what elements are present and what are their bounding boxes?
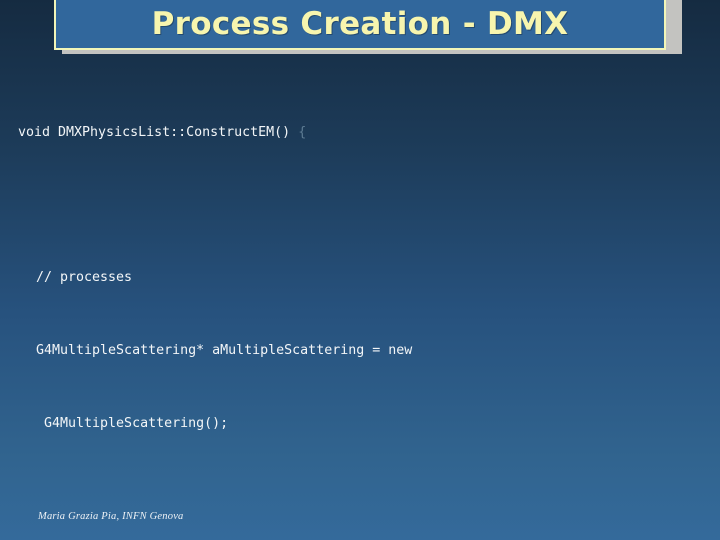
code-line-signature: void DMXPhysicsList::ConstructEM() { <box>0 121 720 145</box>
page-title: Process Creation - DMX <box>151 6 569 42</box>
code-block: void DMXPhysicsList::ConstructEM() { // … <box>0 72 720 540</box>
open-brace: { <box>298 124 307 140</box>
function-signature: void DMXPhysicsList::ConstructEM() <box>18 124 299 140</box>
slide-canvas: Process Creation - DMX void DMXPhysicsLi… <box>0 0 720 540</box>
title-banner: Process Creation - DMX <box>54 0 666 50</box>
code-line-spacer <box>0 193 720 217</box>
code-line: G4MultipleScattering* aMultipleScatterin… <box>36 343 413 359</box>
code-line-spacer <box>0 485 720 509</box>
code-line: // processes <box>36 270 133 286</box>
code-line: G4MultipleScattering(); <box>36 416 229 432</box>
slide-footer: Maria Grazia Pia, INFN Genova <box>38 511 184 522</box>
